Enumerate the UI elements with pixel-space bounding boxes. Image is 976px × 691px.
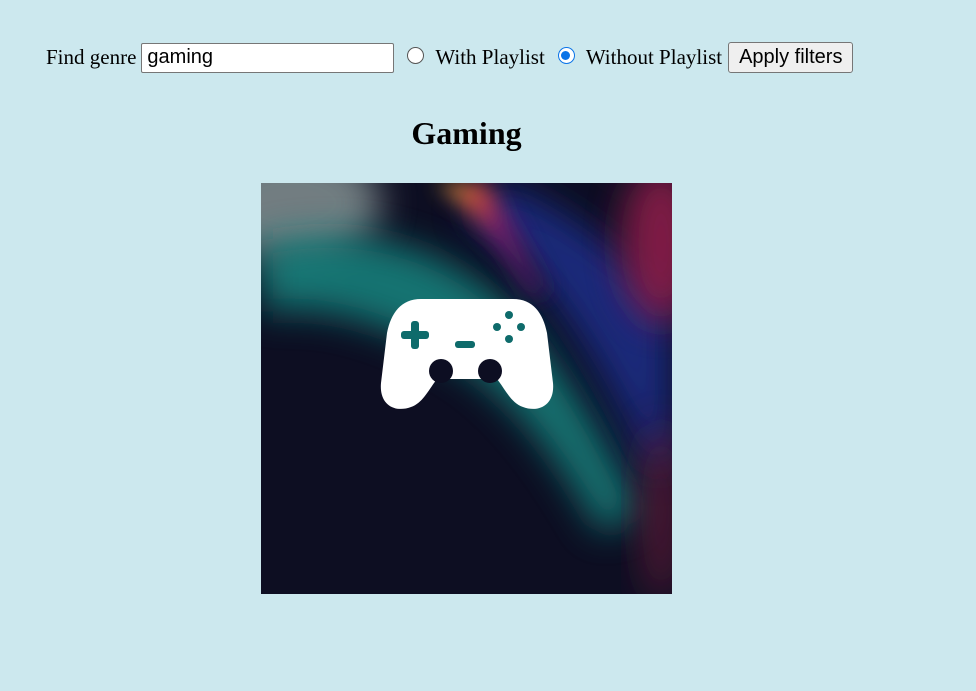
genre-search-input[interactable] <box>141 42 395 73</box>
without-playlist-label[interactable]: Without Playlist <box>586 45 722 70</box>
find-genre-label: Find genre <box>46 45 137 69</box>
with-playlist-label[interactable]: With Playlist <box>435 45 544 70</box>
filter-bar: Find genre With Playlist Without Playlis… <box>46 42 854 73</box>
apply-filters-button[interactable]: Apply filters <box>728 42 854 73</box>
without-playlist-radio[interactable] <box>557 47 575 64</box>
with-playlist-radio[interactable] <box>407 47 425 64</box>
genre-image[interactable] <box>261 183 672 594</box>
genre-title: Gaming <box>411 115 522 151</box>
